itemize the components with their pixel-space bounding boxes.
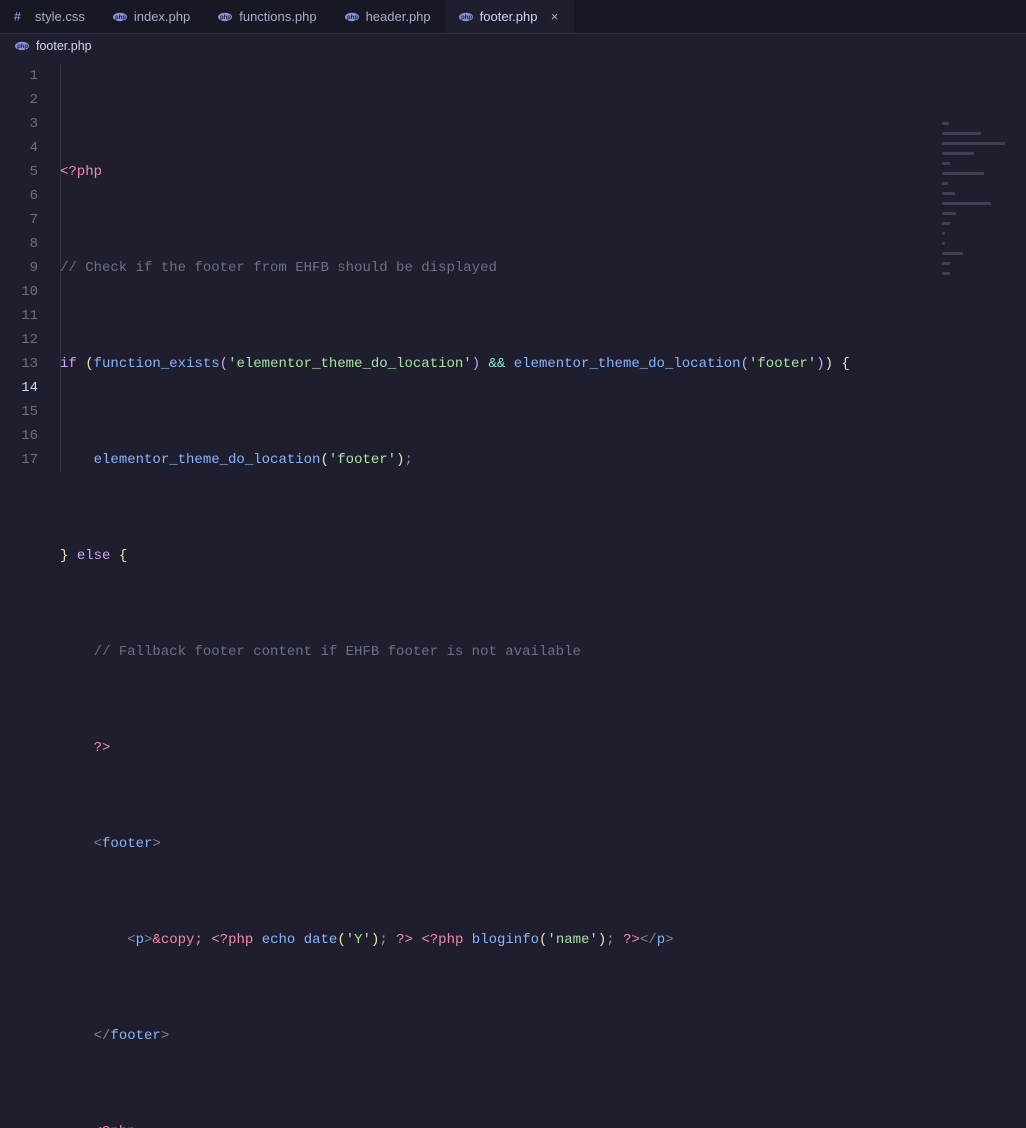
code-line[interactable]: } else { <box>60 544 1026 568</box>
line-number: 4 <box>0 136 60 160</box>
line-number: 11 <box>0 304 60 328</box>
breadcrumb: php footer.php <box>0 34 1026 58</box>
line-number: 5 <box>0 160 60 184</box>
line-number: 2 <box>0 88 60 112</box>
tab-style-css[interactable]: # style.css <box>0 0 99 33</box>
code-line[interactable]: if (function_exists('elementor_theme_do_… <box>60 352 1026 376</box>
tab-bar: # style.css php index.php php functions.… <box>0 0 1026 34</box>
tab-label: index.php <box>134 9 190 24</box>
tab-label: functions.php <box>239 9 316 24</box>
line-number: 7 <box>0 208 60 232</box>
line-number: 1 <box>0 64 60 88</box>
line-number: 16 <box>0 424 60 448</box>
line-number: 6 <box>0 184 60 208</box>
tab-header-php[interactable]: php header.php <box>331 0 445 33</box>
code-line[interactable]: // Check if the footer from EHFB should … <box>60 256 1026 280</box>
code-line[interactable]: elementor_theme_do_location('footer'); <box>60 448 1026 472</box>
breadcrumb-label[interactable]: footer.php <box>36 39 92 53</box>
code-line[interactable]: <p>&copy; <?php echo date('Y'); ?> <?php… <box>60 928 1026 952</box>
svg-text:php: php <box>115 15 126 21</box>
code-line[interactable]: <?php <box>60 160 1026 184</box>
code-line[interactable]: ?> <box>60 736 1026 760</box>
line-number: 13 <box>0 352 60 376</box>
svg-text:php: php <box>220 15 231 21</box>
svg-text:php: php <box>347 15 358 21</box>
code-line[interactable]: <footer> <box>60 832 1026 856</box>
code-editor[interactable]: 1234567891011121314151617 <?php // Check… <box>0 58 1026 564</box>
code-line[interactable]: </footer> <box>60 1024 1026 1048</box>
code-line[interactable]: // Fallback footer content if EHFB foote… <box>60 640 1026 664</box>
svg-text:php: php <box>461 15 472 21</box>
line-number: 14 <box>0 376 60 400</box>
code-line[interactable]: <?php <box>60 1120 1026 1128</box>
tab-index-php[interactable]: php index.php <box>99 0 204 33</box>
svg-text:php: php <box>17 44 28 50</box>
line-number: 8 <box>0 232 60 256</box>
vertical-scrollbar[interactable] <box>1012 116 1026 564</box>
tab-label: style.css <box>35 9 85 24</box>
php-file-icon: php <box>217 9 233 25</box>
php-file-icon: php <box>344 9 360 25</box>
tab-footer-php[interactable]: php footer.php × <box>445 0 576 33</box>
php-file-icon: php <box>458 9 474 25</box>
css-file-icon: # <box>13 9 29 25</box>
line-number-gutter: 1234567891011121314151617 <box>0 58 60 564</box>
close-icon[interactable]: × <box>547 9 561 24</box>
php-file-icon: php <box>112 9 128 25</box>
line-number: 12 <box>0 328 60 352</box>
tab-label: footer.php <box>480 9 538 24</box>
line-number: 17 <box>0 448 60 472</box>
line-number: 15 <box>0 400 60 424</box>
php-file-icon: php <box>14 38 30 54</box>
line-number: 9 <box>0 256 60 280</box>
tab-label: header.php <box>366 9 431 24</box>
line-number: 10 <box>0 280 60 304</box>
svg-text:#: # <box>14 10 21 24</box>
tab-functions-php[interactable]: php functions.php <box>204 0 330 33</box>
line-number: 3 <box>0 112 60 136</box>
code-area[interactable]: <?php // Check if the footer from EHFB s… <box>60 58 1026 564</box>
